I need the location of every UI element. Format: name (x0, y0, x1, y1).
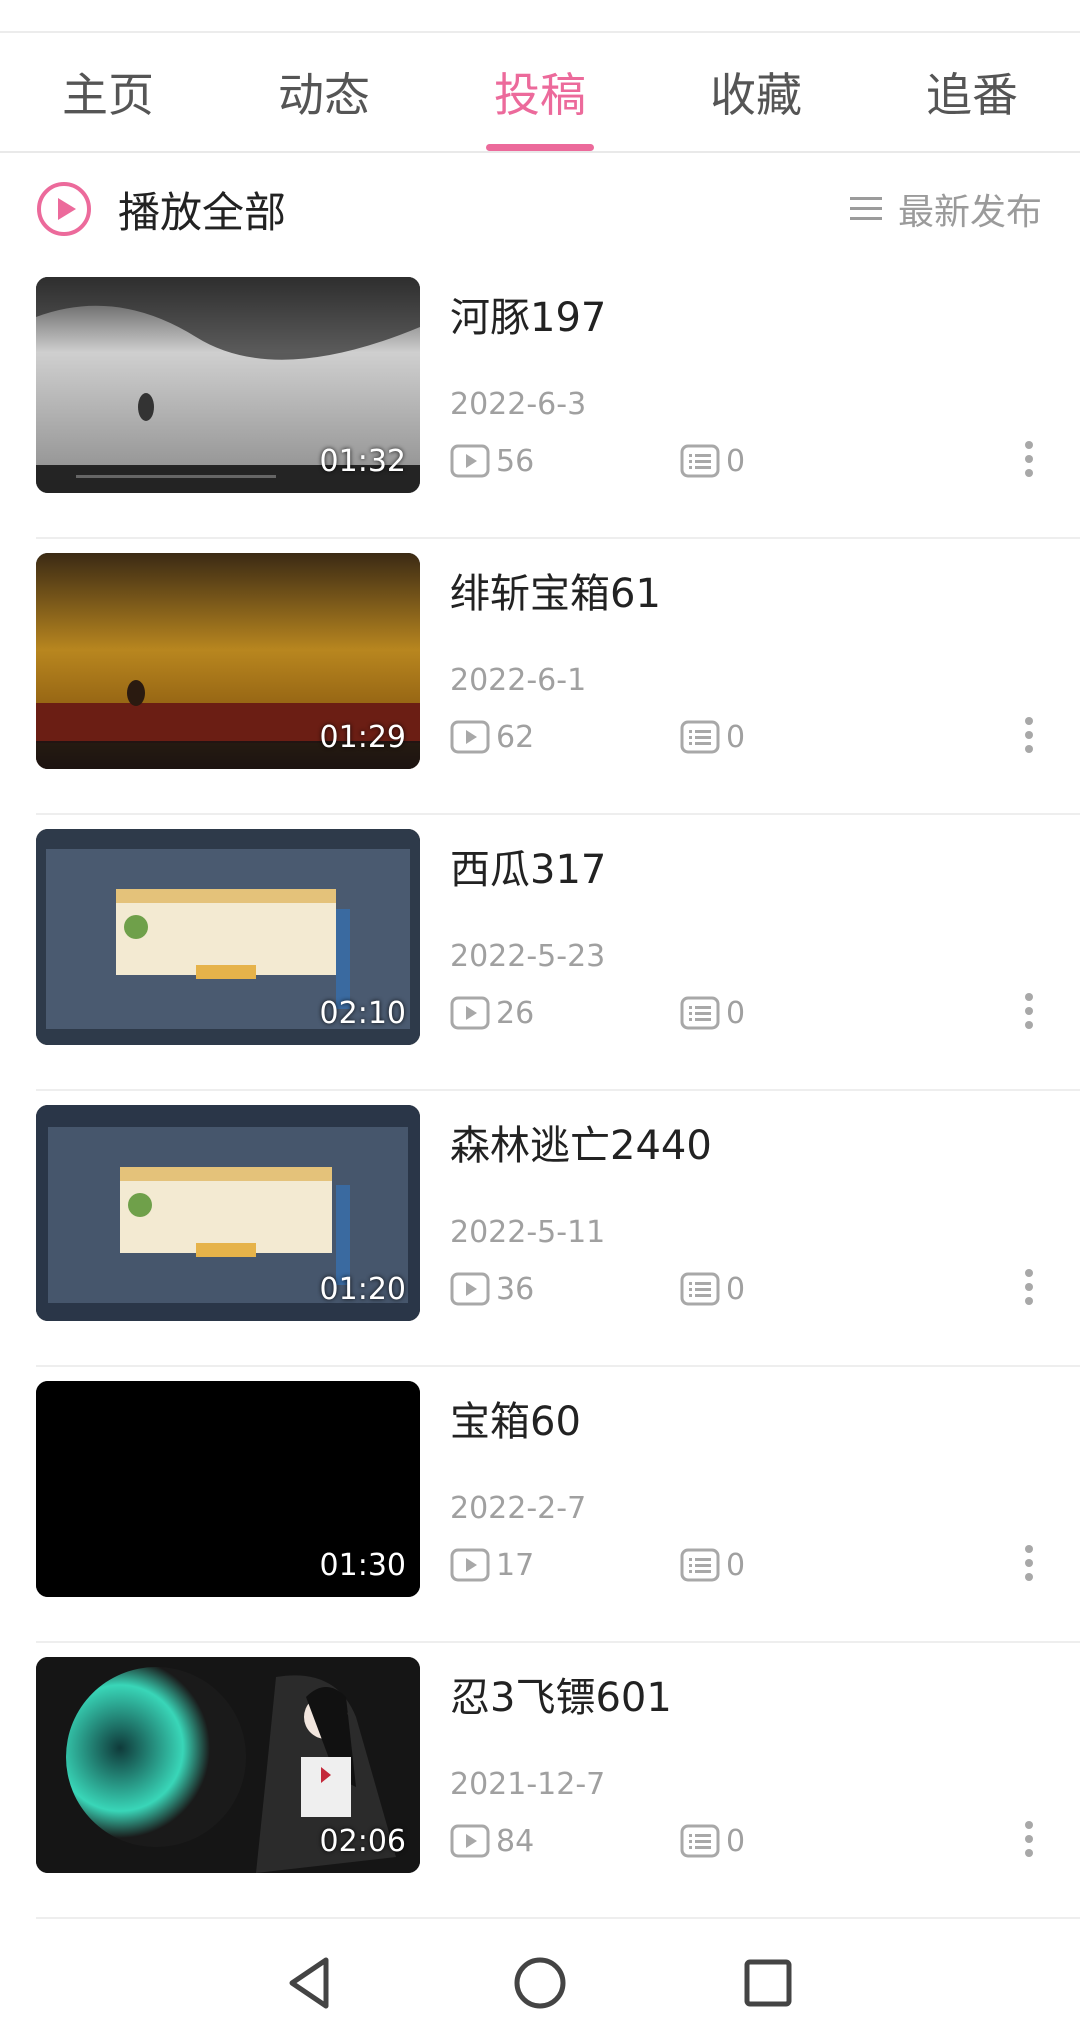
video-thumbnail[interactable]: 01:20 (36, 1105, 420, 1321)
comment-icon (680, 996, 720, 1030)
video-thumbnail[interactable]: 02:06 (36, 1657, 420, 1873)
comment-count: 0 (680, 717, 745, 757)
play-count-icon (450, 444, 490, 478)
video-date: 2021-12-7 (450, 1767, 606, 1802)
tab-bangumi[interactable]: 追番 (864, 33, 1080, 151)
comment-icon (680, 1548, 720, 1582)
video-item[interactable]: 01:20 森林逃亡2440 2022-5-11 36 0 (0, 1091, 1080, 1367)
recents-square-icon (744, 1959, 792, 2007)
active-tab-indicator (486, 144, 594, 151)
video-item[interactable]: 01:30 宝箱60 2022-2-7 17 0 (0, 1367, 1080, 1643)
comment-count: 0 (680, 1821, 745, 1861)
play-count-value: 84 (496, 1823, 535, 1859)
video-duration: 01:20 (319, 1272, 406, 1307)
comment-count-value: 0 (726, 1823, 746, 1859)
more-options-icon[interactable] (1022, 441, 1036, 481)
list-header: 播放全部 最新发布 (0, 153, 1080, 263)
video-thumbnail[interactable]: 02:10 (36, 829, 420, 1045)
comment-count-value: 0 (726, 995, 746, 1031)
more-options-icon[interactable] (1022, 717, 1036, 757)
tab-dynamics[interactable]: 动态 (216, 33, 432, 151)
video-item[interactable]: 02:10 西瓜317 2022-5-23 26 0 (0, 815, 1080, 1091)
comment-count-value: 0 (726, 719, 746, 755)
comment-count-value: 0 (726, 1547, 746, 1583)
play-count-value: 36 (496, 1271, 535, 1307)
video-duration: 02:10 (319, 996, 406, 1031)
comment-icon (680, 720, 720, 754)
video-date: 2022-5-11 (450, 1215, 606, 1250)
tab-favorites[interactable]: 收藏 (648, 33, 864, 151)
video-item[interactable]: 01:29 绯斩宝箱61 2022-6-1 62 0 (0, 539, 1080, 815)
video-duration: 01:29 (319, 720, 406, 755)
play-count-icon (450, 1824, 490, 1858)
video-duration: 01:30 (319, 1548, 406, 1583)
video-date: 2022-6-1 (450, 663, 587, 698)
list-sort-icon (849, 197, 882, 220)
play-count-value: 62 (496, 719, 535, 755)
play-count: 17 (450, 1545, 534, 1585)
video-thumbnail[interactable]: 01:32 (36, 277, 420, 493)
video-duration: 02:06 (319, 1824, 406, 1859)
play-count-icon (450, 720, 490, 754)
video-title: 忍3飞镖601 (450, 1675, 672, 1721)
more-options-icon[interactable] (1022, 1269, 1036, 1309)
video-title: 宝箱60 (450, 1399, 581, 1445)
play-all-label: 播放全部 (118, 187, 287, 237)
nav-recents-button[interactable] (735, 1950, 801, 2016)
comment-icon (680, 444, 720, 478)
play-count: 56 (450, 441, 534, 481)
play-count: 62 (450, 717, 534, 757)
comment-icon (680, 1272, 720, 1306)
play-count: 26 (450, 993, 534, 1033)
play-circle-icon (37, 182, 91, 236)
comment-count: 0 (680, 993, 745, 1033)
comment-icon (680, 1824, 720, 1858)
video-duration: 01:32 (319, 444, 406, 479)
more-options-icon[interactable] (1022, 1545, 1036, 1585)
play-count: 84 (450, 1821, 534, 1861)
status-area (0, 0, 1080, 33)
more-options-icon[interactable] (1022, 1821, 1036, 1861)
video-title: 河豚197 (450, 295, 607, 341)
system-nav-bar (0, 1920, 1080, 2043)
sort-label: 最新发布 (897, 192, 1042, 233)
play-count-value: 26 (496, 995, 535, 1031)
tab-bar: 主页 动态 投稿 收藏 追番 (0, 33, 1080, 153)
tab-home[interactable]: 主页 (0, 33, 216, 151)
play-count-icon (450, 996, 490, 1030)
video-title: 森林逃亡2440 (450, 1123, 712, 1169)
play-all-button[interactable]: 播放全部 (36, 179, 286, 239)
comment-count: 0 (680, 1545, 745, 1585)
video-title: 绯斩宝箱61 (450, 571, 661, 617)
tab-uploads[interactable]: 投稿 (432, 33, 648, 151)
play-count-value: 56 (496, 443, 535, 479)
play-count: 36 (450, 1269, 534, 1309)
comment-count: 0 (680, 1269, 745, 1309)
play-count-value: 17 (496, 1547, 535, 1583)
video-item[interactable]: 01:32 河豚197 2022-6-3 56 0 (0, 263, 1080, 539)
more-options-icon[interactable] (1022, 993, 1036, 1033)
video-date: 2022-6-3 (450, 387, 587, 422)
video-thumbnail[interactable]: 01:30 (36, 1381, 420, 1597)
comment-count: 0 (680, 441, 745, 481)
nav-home-button[interactable] (507, 1950, 573, 2016)
play-count-icon (450, 1272, 490, 1306)
play-count-icon (450, 1548, 490, 1582)
comment-count-value: 0 (726, 443, 746, 479)
video-list: 01:32 河豚197 2022-6-3 56 0 01:29 绯斩宝箱61 2… (0, 263, 1080, 1919)
video-date: 2022-2-7 (450, 1491, 587, 1526)
back-triangle-icon (289, 1957, 329, 2009)
app-screen: 主页 动态 投稿 收藏 追番 播放全部 最新发布 01:32 河豚197 202… (0, 0, 1080, 2043)
video-thumbnail[interactable]: 01:29 (36, 553, 420, 769)
comment-count-value: 0 (726, 1271, 746, 1307)
home-circle-icon (514, 1957, 566, 2009)
video-title: 西瓜317 (450, 847, 607, 893)
nav-back-button[interactable] (278, 1950, 344, 2016)
video-item[interactable]: 02:06 忍3飞镖601 2021-12-7 84 0 (0, 1643, 1080, 1919)
video-date: 2022-5-23 (450, 939, 606, 974)
sort-button[interactable]: 最新发布 (849, 183, 1042, 235)
